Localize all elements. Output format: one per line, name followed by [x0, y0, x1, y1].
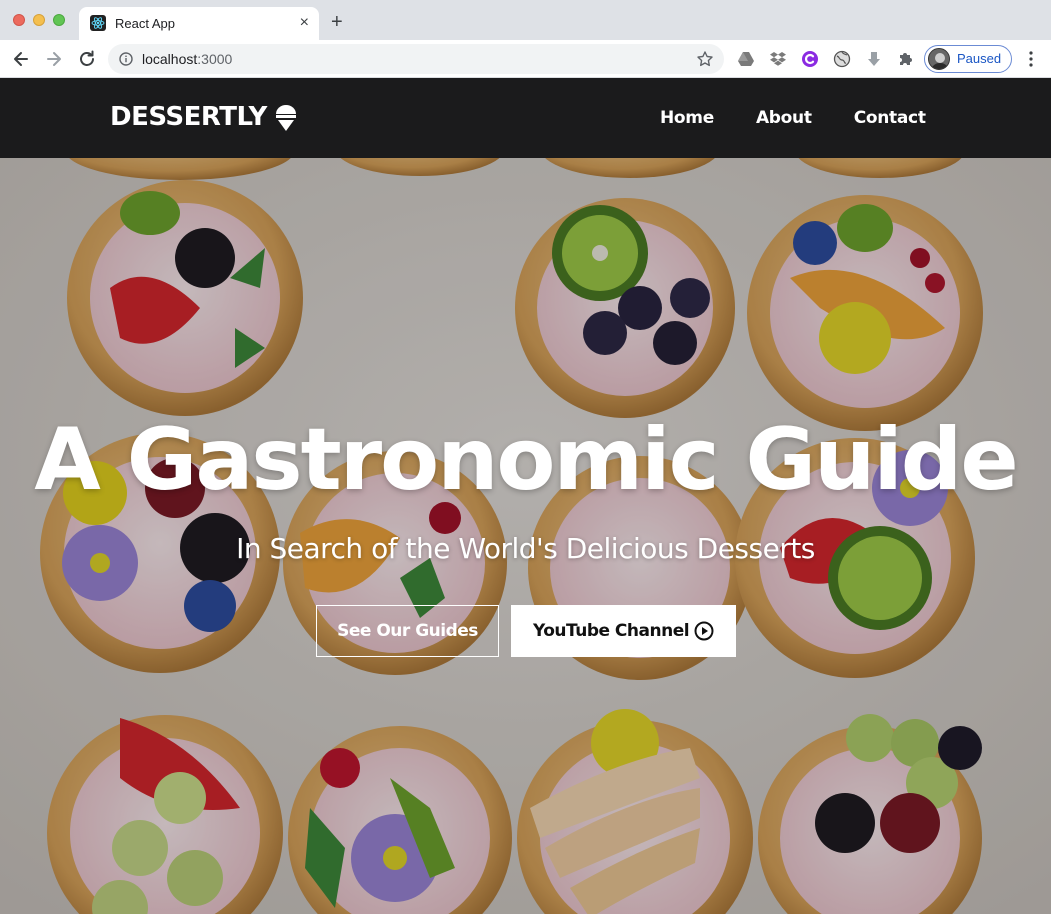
site-navbar: DESSERTLY Home About Contact [0, 78, 1051, 158]
youtube-channel-label: YouTube Channel [532, 621, 690, 641]
url-host: localhost [142, 51, 198, 67]
c-extension-icon[interactable] [801, 50, 819, 68]
youtube-channel-button[interactable]: YouTube Channel [511, 605, 736, 657]
web-page: DESSERTLY Home About Contact A Gastronom… [0, 78, 1051, 914]
extensions-puzzle-icon[interactable] [897, 50, 915, 68]
window-minimize-button[interactable] [33, 14, 45, 26]
window-close-button[interactable] [13, 14, 25, 26]
dropbox-extension-icon[interactable] [769, 50, 787, 68]
download-icon[interactable] [865, 50, 883, 68]
new-tab-button[interactable]: + [331, 12, 343, 32]
google-drive-extension-icon[interactable] [737, 50, 755, 68]
brand-name: DESSERTLY [110, 102, 267, 132]
bookmark-star-icon[interactable] [696, 50, 714, 68]
tab-close-icon[interactable]: × [300, 14, 309, 32]
profile-status-label: Paused [957, 51, 1002, 66]
browser-tabstrip: React App × + [0, 0, 1051, 40]
hero-title: A Gastronomic Guide [34, 410, 1018, 510]
address-bar[interactable]: localhost:3000 [108, 44, 724, 74]
browser-menu-icon[interactable] [1024, 50, 1038, 68]
nav-link-about[interactable]: About [756, 108, 812, 128]
avatar [928, 48, 950, 70]
url-text[interactable]: localhost:3000 [142, 51, 232, 67]
ice-cream-icon [275, 105, 296, 131]
back-arrow-icon[interactable] [11, 49, 31, 69]
hero-subtitle: In Search of the World's Delicious Desse… [236, 532, 815, 565]
reload-icon[interactable] [77, 49, 97, 69]
globe-extension-icon[interactable] [833, 50, 851, 68]
browser-tab[interactable]: React App × [79, 7, 319, 40]
play-circle-icon [694, 621, 714, 641]
react-favicon-icon [90, 15, 106, 31]
window-zoom-button[interactable] [53, 14, 65, 26]
forward-arrow-icon[interactable] [44, 49, 64, 69]
brand-logo[interactable]: DESSERTLY [110, 102, 297, 132]
nav-link-contact[interactable]: Contact [854, 108, 926, 128]
url-port: :3000 [197, 51, 233, 67]
see-our-guides-button[interactable]: See Our Guides [316, 605, 499, 657]
see-our-guides-label: See Our Guides [337, 621, 478, 641]
hero-section: A Gastronomic Guide In Search of the Wor… [0, 158, 1051, 914]
browser-toolbar: localhost:3000 Paused [0, 40, 1051, 78]
site-info-icon[interactable] [119, 52, 133, 66]
nav-link-home[interactable]: Home [660, 108, 714, 128]
main-nav: Home About Contact [660, 108, 968, 128]
tab-title: React App [115, 16, 175, 31]
avatar-image-icon [929, 49, 949, 69]
profile-button[interactable]: Paused [924, 45, 1012, 73]
